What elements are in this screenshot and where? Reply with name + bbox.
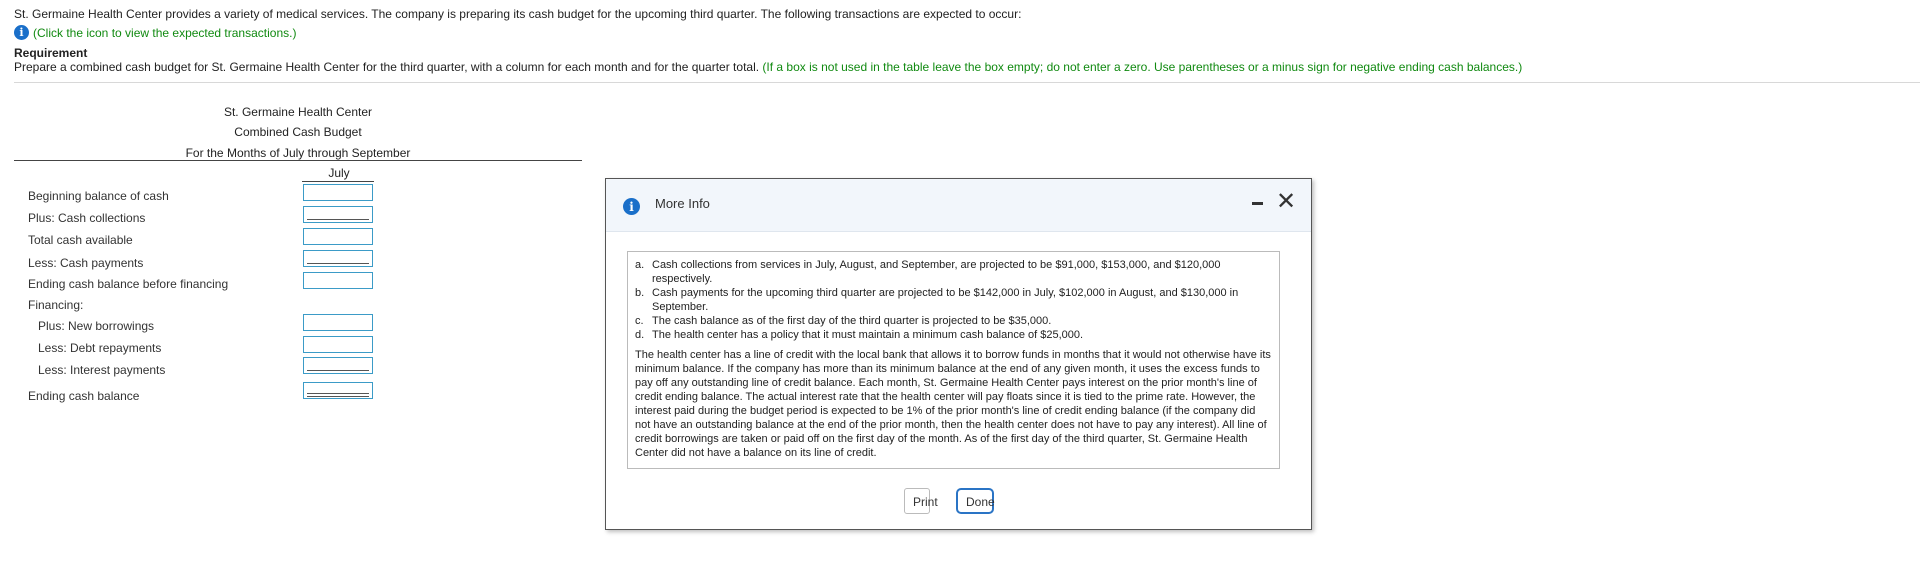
problem-intro: St. Germaine Health Center provides a va… (14, 7, 1022, 21)
row-label-cash-collections: Plus: Cash collections (28, 211, 146, 225)
row-label-total-cash-available: Total cash available (28, 233, 133, 247)
row-label-ending-before-financing: Ending cash balance before financing (28, 277, 229, 291)
row-label-ending-cash-balance: Ending cash balance (28, 389, 140, 403)
row-label-beginning-balance: Beginning balance of cash (28, 189, 169, 203)
july-total-cash-available-input[interactable] (303, 228, 373, 245)
transactions-info-box: a. Cash collections from services in Jul… (627, 251, 1280, 469)
minimize-icon[interactable] (1252, 202, 1263, 205)
budget-title-rule (14, 160, 582, 161)
line-of-credit-paragraph: The health center has a line of credit w… (635, 349, 1271, 459)
budget-report-title: Combined Cash Budget (234, 125, 362, 139)
item-letter: b. (635, 287, 645, 299)
item-text: Cash collections from services in July, … (652, 259, 1221, 285)
dialog-title: More Info (655, 196, 710, 211)
item-letter: a. (635, 259, 645, 271)
row-label-financing: Financing: (28, 298, 84, 312)
budget-period-title: For the Months of July through September (185, 146, 411, 160)
item-text: Cash payments for the upcoming third qua… (652, 287, 1239, 313)
july-beginning-balance-input[interactable] (303, 184, 373, 201)
requirement-text: Prepare a combined cash budget for St. G… (14, 60, 1522, 74)
done-button[interactable]: Done (956, 488, 995, 514)
july-cash-payments-input[interactable] (303, 250, 373, 267)
print-button[interactable]: Print (904, 488, 938, 514)
budget-company-title: St. Germaine Health Center (223, 105, 373, 119)
list-item: c. The cash balance as of the first day … (635, 314, 1272, 328)
requirement-note: (If a box is not used in the table leave… (762, 60, 1523, 74)
requirement-heading: Requirement (14, 46, 88, 60)
dialog-header: i More Info ✕ (606, 179, 1311, 232)
more-info-dialog: i More Info ✕ a. Cash collections from s… (605, 178, 1312, 530)
row-label-new-borrowings: Plus: New borrowings (38, 319, 155, 333)
item-text: The health center has a policy that it m… (652, 329, 1084, 341)
divider (14, 82, 1920, 83)
item-letter: d. (635, 329, 645, 341)
item-text: The cash balance as of the first day of … (652, 315, 1052, 327)
list-item: b. Cash payments for the upcoming third … (635, 286, 1272, 314)
july-interest-payments-input[interactable] (303, 357, 373, 374)
view-transactions-link[interactable]: i (Click the icon to view the expected t… (14, 25, 296, 40)
july-ending-cash-balance-input[interactable] (303, 382, 373, 399)
row-label-debt-repayments: Less: Debt repayments (38, 341, 162, 355)
row-label-cash-payments: Less: Cash payments (28, 256, 144, 270)
july-ending-before-financing-input[interactable] (303, 272, 373, 289)
july-cash-collections-input[interactable] (303, 206, 373, 223)
column-header-rule (302, 181, 374, 182)
item-letter: c. (635, 315, 644, 327)
column-header-july: July (328, 166, 350, 180)
info-icon: i (623, 198, 640, 215)
july-new-borrowings-input[interactable] (303, 314, 373, 331)
requirement-body: Prepare a combined cash budget for St. G… (14, 60, 760, 74)
close-icon[interactable]: ✕ (1276, 187, 1296, 215)
row-label-interest-payments: Less: Interest payments (38, 363, 166, 377)
july-debt-repayments-input[interactable] (303, 336, 373, 353)
view-transactions-text[interactable]: (Click the icon to view the expected tra… (33, 26, 296, 40)
info-icon[interactable]: i (14, 25, 29, 40)
list-item: d. The health center has a policy that i… (635, 328, 1272, 342)
list-item: a. Cash collections from services in Jul… (635, 258, 1272, 286)
